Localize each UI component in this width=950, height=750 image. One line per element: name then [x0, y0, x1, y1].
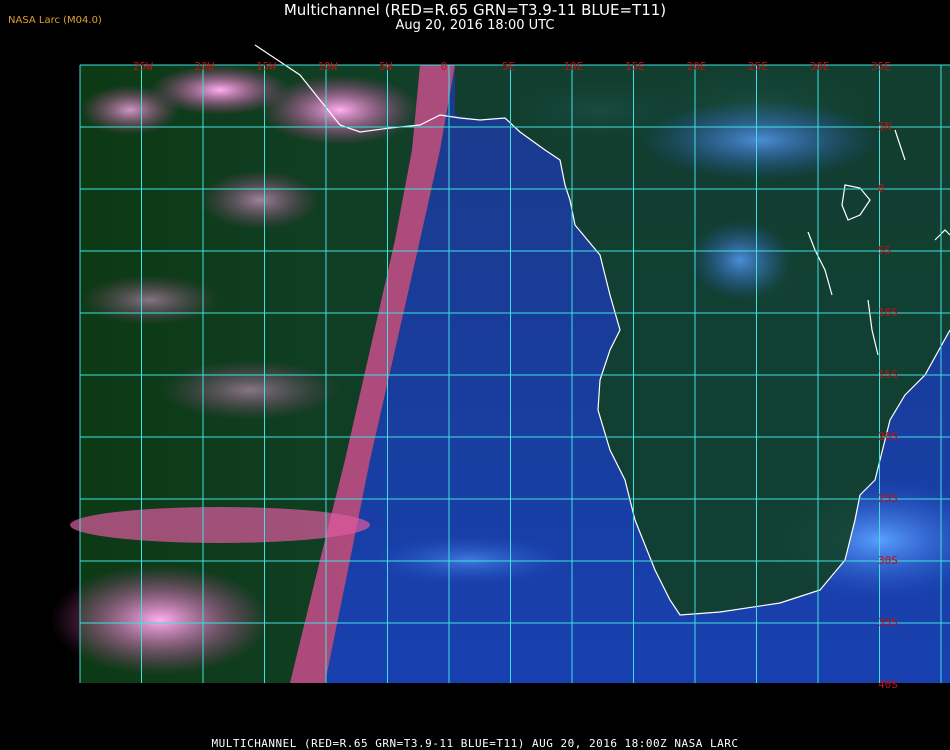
longitude-label: 5E	[502, 60, 515, 73]
latitude-label: 35S	[878, 616, 898, 629]
longitude-label: 25E	[748, 60, 768, 73]
cloud-patch	[80, 275, 220, 325]
cloud-patch	[50, 565, 270, 675]
longitude-label: 25W	[133, 60, 153, 73]
cloud-patch	[640, 100, 880, 180]
latitude-label: 15S	[878, 368, 898, 381]
latitude-label: 5S	[878, 244, 891, 257]
cloud-patch	[370, 535, 570, 585]
cloud-patch	[200, 170, 320, 230]
latitude-label: 20S	[878, 430, 898, 443]
latitude-label: 10S	[878, 306, 898, 319]
cloud-band	[70, 507, 370, 543]
longitude-label: 30E	[810, 60, 830, 73]
footer-caption: MULTICHANNEL (RED=R.65 GRN=T3.9-11 BLUE=…	[211, 737, 739, 750]
longitude-label: 15E	[625, 60, 645, 73]
latitude-label: 5N	[878, 120, 891, 133]
cloud-patch	[690, 220, 790, 300]
latitude-label: 30S	[878, 554, 898, 567]
satellite-map: 25W 20W 15W 10W 5W 0 5E 10E 15E 20E 25E 30E 35E 5N 0 5…	[50, 44, 950, 727]
longitude-label: 10E	[564, 60, 584, 73]
longitude-label: 35E	[871, 60, 891, 73]
latitude-label: 40S	[878, 678, 898, 691]
longitude-label: 5W	[379, 60, 393, 73]
cloud-patch	[160, 360, 340, 420]
latitude-label: 25S	[878, 492, 898, 505]
longitude-label: 10W	[318, 60, 338, 73]
cloud-patch	[260, 75, 420, 145]
longitude-label: 15W	[256, 60, 276, 73]
latitude-label: 0	[878, 182, 885, 195]
longitude-label: 20E	[687, 60, 707, 73]
longitude-label: 0	[441, 60, 448, 73]
longitude-label: 20W	[195, 60, 215, 73]
